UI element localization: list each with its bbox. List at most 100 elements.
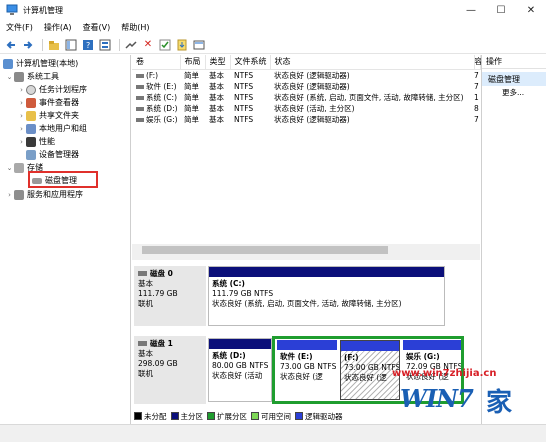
menu-action[interactable]: 操作(A): [44, 22, 72, 33]
volume-icon: [136, 73, 144, 78]
logical-drive-bar: [341, 341, 399, 351]
cell-volume: 系统 (C:): [132, 92, 180, 103]
tree-item-shared-folders[interactable]: › 共享文件夹: [17, 109, 79, 122]
disk-info[interactable]: 磁盘 0 基本 111.79 GB 联机: [134, 266, 206, 326]
cell-type: 基本: [209, 114, 224, 124]
volume-name: 软件 (E:): [146, 81, 177, 91]
cell-volume: 娱乐 (G:): [132, 114, 180, 125]
column-header-capacity[interactable]: 容: [474, 55, 483, 70]
cell-filesystem: NTFS: [234, 81, 254, 91]
table-row[interactable]: 软件 (E:) 简单 基本 NTFS 状态良好 (逻辑驱动器) 7: [132, 81, 480, 92]
column-header-type[interactable]: 类型: [205, 55, 231, 70]
delete-icon[interactable]: ✕: [141, 38, 155, 52]
chevron-right-icon[interactable]: ›: [17, 86, 26, 94]
cell-status: 状态良好 (活动, 主分区): [274, 103, 355, 113]
tree-item-system-tools[interactable]: ⌄ 系统工具: [5, 70, 59, 83]
partition-e[interactable]: 软件 (E:) 73.00 GB NTFS 状态良好 (逻: [277, 340, 337, 400]
chevron-right-icon[interactable]: ›: [17, 112, 26, 120]
tree-item-event-viewer[interactable]: › 事件查看器: [17, 96, 79, 109]
partition-c[interactable]: 系统 (C:) 111.79 GB NTFS 状态良好 (系统, 启动, 页面文…: [208, 266, 445, 326]
show-hide-tree-icon[interactable]: [64, 38, 78, 52]
watermark: www.win7zhijia.cn WIN7 家: [392, 368, 542, 428]
column-header-volume[interactable]: 卷: [132, 55, 181, 70]
disk-type: 基本: [138, 279, 153, 288]
legend-swatch-logical: [295, 412, 303, 420]
column-header-status[interactable]: 状态: [270, 55, 475, 70]
logical-drive-bar: [403, 340, 461, 350]
back-icon[interactable]: [4, 38, 18, 52]
maximize-button[interactable]: ☐: [486, 0, 516, 20]
partition-title: 系统 (D:): [212, 351, 246, 360]
tree-item-root[interactable]: 计算机管理(本地): [3, 57, 78, 70]
check-icon[interactable]: [158, 38, 172, 52]
view-icon[interactable]: [192, 38, 206, 52]
cell-filesystem: NTFS: [234, 70, 254, 80]
tree-item-performance[interactable]: › 性能: [17, 135, 55, 148]
chevron-down-icon[interactable]: ⌄: [5, 73, 14, 81]
tree-item-label: 共享文件夹: [39, 111, 79, 120]
cell-capacity: 7: [474, 70, 479, 80]
watermark-suffix: 家: [486, 388, 513, 418]
table-header-row: 卷 布局 类型 文件系统 状态 容: [132, 55, 483, 70]
users-icon: [26, 123, 36, 134]
title-bar: 计算机管理 — ☐ ✕: [0, 0, 546, 20]
actions-section-disk-management[interactable]: 磁盘管理: [482, 72, 546, 86]
cell-layout: 简单: [184, 103, 199, 113]
partition-d[interactable]: 系统 (D:) 80.00 GB NTFS 状态良好 (活动: [208, 338, 272, 402]
tree-item-task-scheduler[interactable]: › 任务计划程序: [17, 83, 87, 96]
more-actions-link[interactable]: 更多...: [482, 86, 546, 99]
window-title: 计算机管理: [23, 5, 63, 15]
tree-item-label: 性能: [39, 137, 55, 146]
legend-swatch-free: [251, 412, 259, 420]
toolbar-separator: [42, 38, 43, 51]
disk-size: 298.09 GB: [138, 359, 178, 368]
properties-icon[interactable]: [98, 38, 112, 52]
partition-f[interactable]: (F:) 73.00 GB NTFS 状态良好 (逻: [340, 340, 400, 400]
watermark-url: www.win7zhijia.cn: [392, 368, 497, 379]
disk-type: 基本: [138, 349, 153, 358]
menu-help[interactable]: 帮助(H): [121, 22, 149, 33]
tree-item-label: 服务和应用程序: [27, 190, 83, 199]
disk-icon: [138, 271, 147, 276]
table-row[interactable]: (F:) 简单 基本 NTFS 状态良好 (逻辑驱动器) 7: [132, 69, 480, 81]
export-icon[interactable]: [175, 38, 189, 52]
volume-name: 系统 (D:): [146, 103, 178, 113]
legend-swatch-unallocated: [134, 412, 142, 420]
up-folder-icon[interactable]: [47, 38, 61, 52]
chevron-right-icon[interactable]: ›: [17, 138, 26, 146]
tree-item-device-manager[interactable]: 设备管理器: [26, 148, 79, 161]
connect-icon[interactable]: [124, 38, 138, 52]
table-row[interactable]: 系统 (D:) 简单 基本 NTFS 状态良好 (活动, 主分区) 8: [132, 103, 480, 114]
chevron-right-icon[interactable]: ›: [5, 191, 14, 199]
partition-title: 软件 (E:): [280, 352, 313, 361]
partition-size: 73.00 GB NTFS: [344, 363, 400, 372]
table-row[interactable]: 系统 (C:) 简单 基本 NTFS 状态良好 (系统, 启动, 页面文件, 活动, 故…: [132, 92, 480, 103]
scrollbar-thumb[interactable]: [142, 246, 388, 254]
tree-item-label: 设备管理器: [39, 150, 79, 159]
menu-view[interactable]: 查看(V): [83, 22, 111, 33]
cell-status: 状态良好 (逻辑驱动器): [274, 114, 350, 124]
cell-layout: 简单: [184, 114, 199, 124]
toolbar: ? ✕: [0, 36, 546, 54]
minimize-button[interactable]: —: [456, 0, 486, 20]
partition-size: 111.79 GB NTFS: [212, 289, 274, 298]
chevron-right-icon[interactable]: ›: [17, 99, 26, 107]
legend-swatch-extended: [207, 412, 215, 420]
menu-file[interactable]: 文件(F): [6, 22, 33, 33]
chevron-down-icon[interactable]: ⌄: [5, 164, 14, 172]
performance-icon: [26, 136, 36, 147]
disk-size: 111.79 GB: [138, 289, 178, 298]
chevron-right-icon[interactable]: ›: [17, 125, 26, 133]
table-row[interactable]: 娱乐 (G:) 简单 基本 NTFS 状态良好 (逻辑驱动器) 7: [132, 114, 480, 125]
column-header-layout[interactable]: 布局: [180, 55, 206, 70]
partition-status: 状态良好 (逻: [344, 373, 387, 382]
tree-item-services-apps[interactable]: › 服务和应用程序: [5, 188, 83, 201]
help-icon[interactable]: ?: [81, 38, 95, 52]
close-button[interactable]: ✕: [516, 0, 546, 20]
forward-icon[interactable]: [21, 38, 35, 52]
disk-info[interactable]: 磁盘 1 基本 298.09 GB 联机: [134, 336, 206, 404]
horizontal-scrollbar[interactable]: [132, 244, 480, 256]
tree-item-local-users[interactable]: › 本地用户和组: [17, 122, 87, 135]
column-header-filesystem[interactable]: 文件系统: [230, 55, 271, 70]
partition-title: 系统 (C:): [212, 279, 245, 288]
